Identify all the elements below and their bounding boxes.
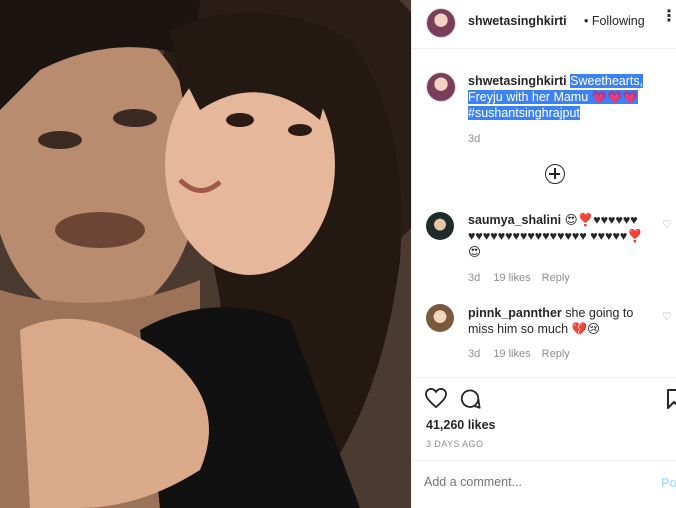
comment-username[interactable]: pinnk_pannther: [468, 306, 562, 320]
comment-input[interactable]: [424, 470, 644, 494]
comment: pinnk_pannther she going to miss him so …: [468, 305, 653, 337]
post-panel: shwetasinghkirti • Following ⋮ shwetasin…: [411, 0, 676, 508]
comment-reply[interactable]: Reply: [542, 348, 570, 360]
actions-divider: [412, 377, 676, 378]
author-username[interactable]: shwetasinghkirti: [468, 14, 567, 28]
comment-avatar[interactable]: [426, 304, 454, 332]
caption: shwetasinghkirti Sweethearts, Freyju wit…: [468, 73, 673, 121]
comment-divider: [412, 460, 676, 461]
post-comment-button[interactable]: Po: [661, 476, 676, 490]
caption-age: 3d: [468, 133, 481, 145]
post-time: 3 DAYS AGO: [426, 439, 484, 449]
author-avatar[interactable]: [426, 8, 456, 38]
caption-username[interactable]: shwetasinghkirti: [468, 74, 567, 88]
comment-likes[interactable]: 19 likes: [493, 272, 530, 284]
post-photo[interactable]: [0, 0, 411, 508]
load-more-comments-icon[interactable]: [545, 164, 565, 184]
comment-username[interactable]: saumya_shalini: [468, 213, 561, 227]
comment-icon[interactable]: [459, 388, 481, 410]
post-header: shwetasinghkirti • Following ⋮: [412, 0, 676, 49]
comment-reply[interactable]: Reply: [542, 272, 570, 284]
like-comment-icon[interactable]: ♡: [662, 310, 672, 323]
bookmark-icon[interactable]: [667, 389, 676, 409]
likes-count[interactable]: 41,260 likes: [426, 418, 496, 432]
comment-age: 3d: [468, 348, 481, 360]
like-icon[interactable]: [425, 388, 447, 408]
comment-avatar[interactable]: [426, 212, 454, 240]
comment-meta: 3d 19 likes Reply: [468, 348, 570, 360]
comment: saumya_shalini 😍❣️♥♥♥♥♥♥ ♥♥♥♥♥♥♥♥♥♥♥♥♥♥♥…: [468, 212, 653, 260]
caption-author-avatar[interactable]: [426, 72, 456, 102]
like-comment-icon[interactable]: ♡: [662, 218, 672, 231]
comment-likes[interactable]: 19 likes: [493, 348, 530, 360]
comment-meta: 3d 19 likes Reply: [468, 272, 570, 284]
more-icon[interactable]: ⋮: [661, 9, 676, 25]
follow-status[interactable]: • Following: [584, 14, 645, 28]
photo-illustration: [0, 0, 411, 508]
comment-age: 3d: [468, 272, 481, 284]
caption-hashtag[interactable]: #sushantsinghrajput: [468, 106, 580, 120]
